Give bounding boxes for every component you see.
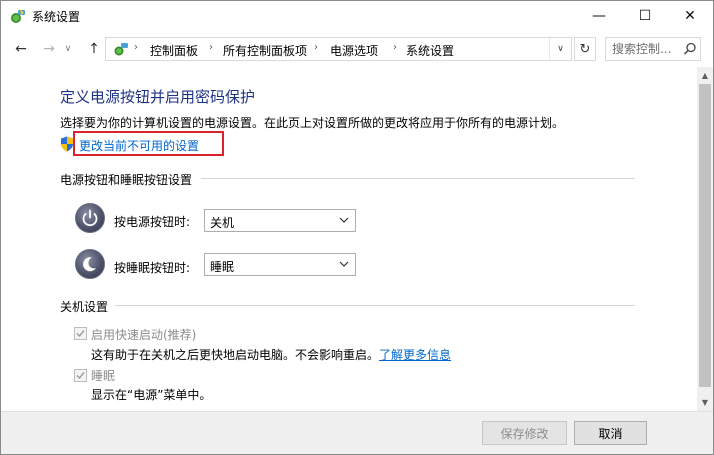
window-title: 系统设置 (32, 10, 81, 24)
page-description: 选择要为你的计算机设置的电源设置。在此页上对设置所做的更改将应用于你所有的电源计… (60, 116, 565, 130)
close-button[interactable]: ✕ (667, 1, 713, 31)
power-button-icon (75, 203, 105, 233)
sleep-description: 显示在“电源”菜单中。 (91, 388, 212, 402)
breadcrumb-separator: › (314, 42, 318, 53)
power-button-label: 按电源按钮时: (114, 215, 191, 229)
address-bar[interactable]: › 控制面板 › 所有控制面板项 › 电源选项 › 系统设置 ∨ (105, 37, 572, 61)
fast-startup-description-text: 这有助于在关机之后更快地启动电脑。不会影响重启。 (91, 348, 380, 362)
checkmark-icon (76, 330, 85, 338)
scrollbar-thumb[interactable] (699, 84, 711, 387)
chevron-down-icon (339, 261, 349, 267)
breadcrumb-separator: › (393, 42, 397, 53)
power-button-action-select[interactable]: 关机 (204, 209, 356, 232)
sleep-button-label: 按睡眠按钮时: (114, 261, 191, 275)
system-settings-window: 系统设置 — ☐ ✕ ← → ∨ ↑ › 控制面板 › 所有控制面板项 › 电源… (0, 0, 714, 455)
section-divider (115, 305, 635, 306)
control-panel-icon (114, 43, 128, 56)
power-buttons-section-heading: 电源按钮和睡眠按钮设置 (60, 173, 193, 187)
save-changes-button[interactable]: 保存修改 (482, 421, 567, 445)
cancel-button[interactable]: 取消 (574, 421, 647, 445)
section-divider (201, 178, 635, 179)
forward-button[interactable]: → (39, 39, 59, 59)
address-dropdown-button[interactable]: ∨ (549, 38, 571, 60)
checkmark-icon (76, 372, 85, 380)
fast-startup-description: 这有助于在关机之后更快地启动电脑。不会影响重启。了解更多信息 (91, 346, 451, 363)
vertical-scrollbar[interactable]: ▲ ▼ (697, 67, 713, 411)
breadcrumb-system-settings[interactable]: 系统设置 (406, 42, 454, 59)
sleep-button-icon (75, 249, 105, 279)
search-icon[interactable] (682, 41, 698, 57)
chevron-down-icon (339, 217, 349, 223)
sleep-button-action-value: 睡眠 (210, 260, 235, 274)
control-panel-icon (11, 9, 25, 23)
navigation-bar: ← → ∨ ↑ › 控制面板 › 所有控制面板项 › 电源选项 › 系统设置 ∨… (1, 31, 713, 67)
recent-locations-button[interactable]: ∨ (61, 39, 75, 59)
breadcrumb-power-options[interactable]: 电源选项 (330, 42, 378, 59)
breadcrumb-control-panel[interactable]: 控制面板 (150, 42, 198, 59)
search-box[interactable] (605, 37, 701, 61)
breadcrumb-separator: › (209, 42, 213, 53)
sleep-checkbox[interactable] (74, 369, 87, 382)
scroll-up-arrow-icon[interactable]: ▲ (697, 67, 713, 83)
breadcrumb-separator: › (134, 42, 138, 53)
search-input[interactable] (606, 38, 682, 60)
maximize-button[interactable]: ☐ (622, 1, 668, 31)
settings-content: 定义电源按钮并启用密码保护 选择要为你的计算机设置的电源设置。在此页上对设置所做… (1, 67, 697, 411)
learn-more-link[interactable]: 了解更多信息 (379, 348, 451, 362)
power-button-action-value: 关机 (210, 216, 235, 230)
sleep-button-action-select[interactable]: 睡眠 (204, 253, 356, 276)
fast-startup-checkbox[interactable] (74, 327, 87, 340)
fast-startup-label: 启用快速启动(推荐) (91, 328, 197, 342)
title-bar[interactable]: 系统设置 — ☐ ✕ (1, 1, 713, 31)
back-button[interactable]: ← (11, 39, 31, 59)
footer-bar: 保存修改 取消 (1, 411, 713, 454)
change-unavailable-settings-link[interactable]: 更改当前不可用的设置 (79, 137, 199, 154)
scroll-down-arrow-icon[interactable]: ▼ (697, 394, 713, 410)
page-title: 定义电源按钮并启用密码保护 (60, 88, 256, 106)
uac-shield-icon (61, 136, 73, 152)
shutdown-section-heading: 关机设置 (60, 300, 109, 314)
sleep-label: 睡眠 (91, 369, 116, 383)
refresh-button[interactable]: ↻ (574, 37, 596, 61)
up-button[interactable]: ↑ (84, 39, 104, 59)
breadcrumb-all-items[interactable]: 所有控制面板项 (223, 42, 307, 59)
minimize-button[interactable]: — (576, 1, 622, 31)
